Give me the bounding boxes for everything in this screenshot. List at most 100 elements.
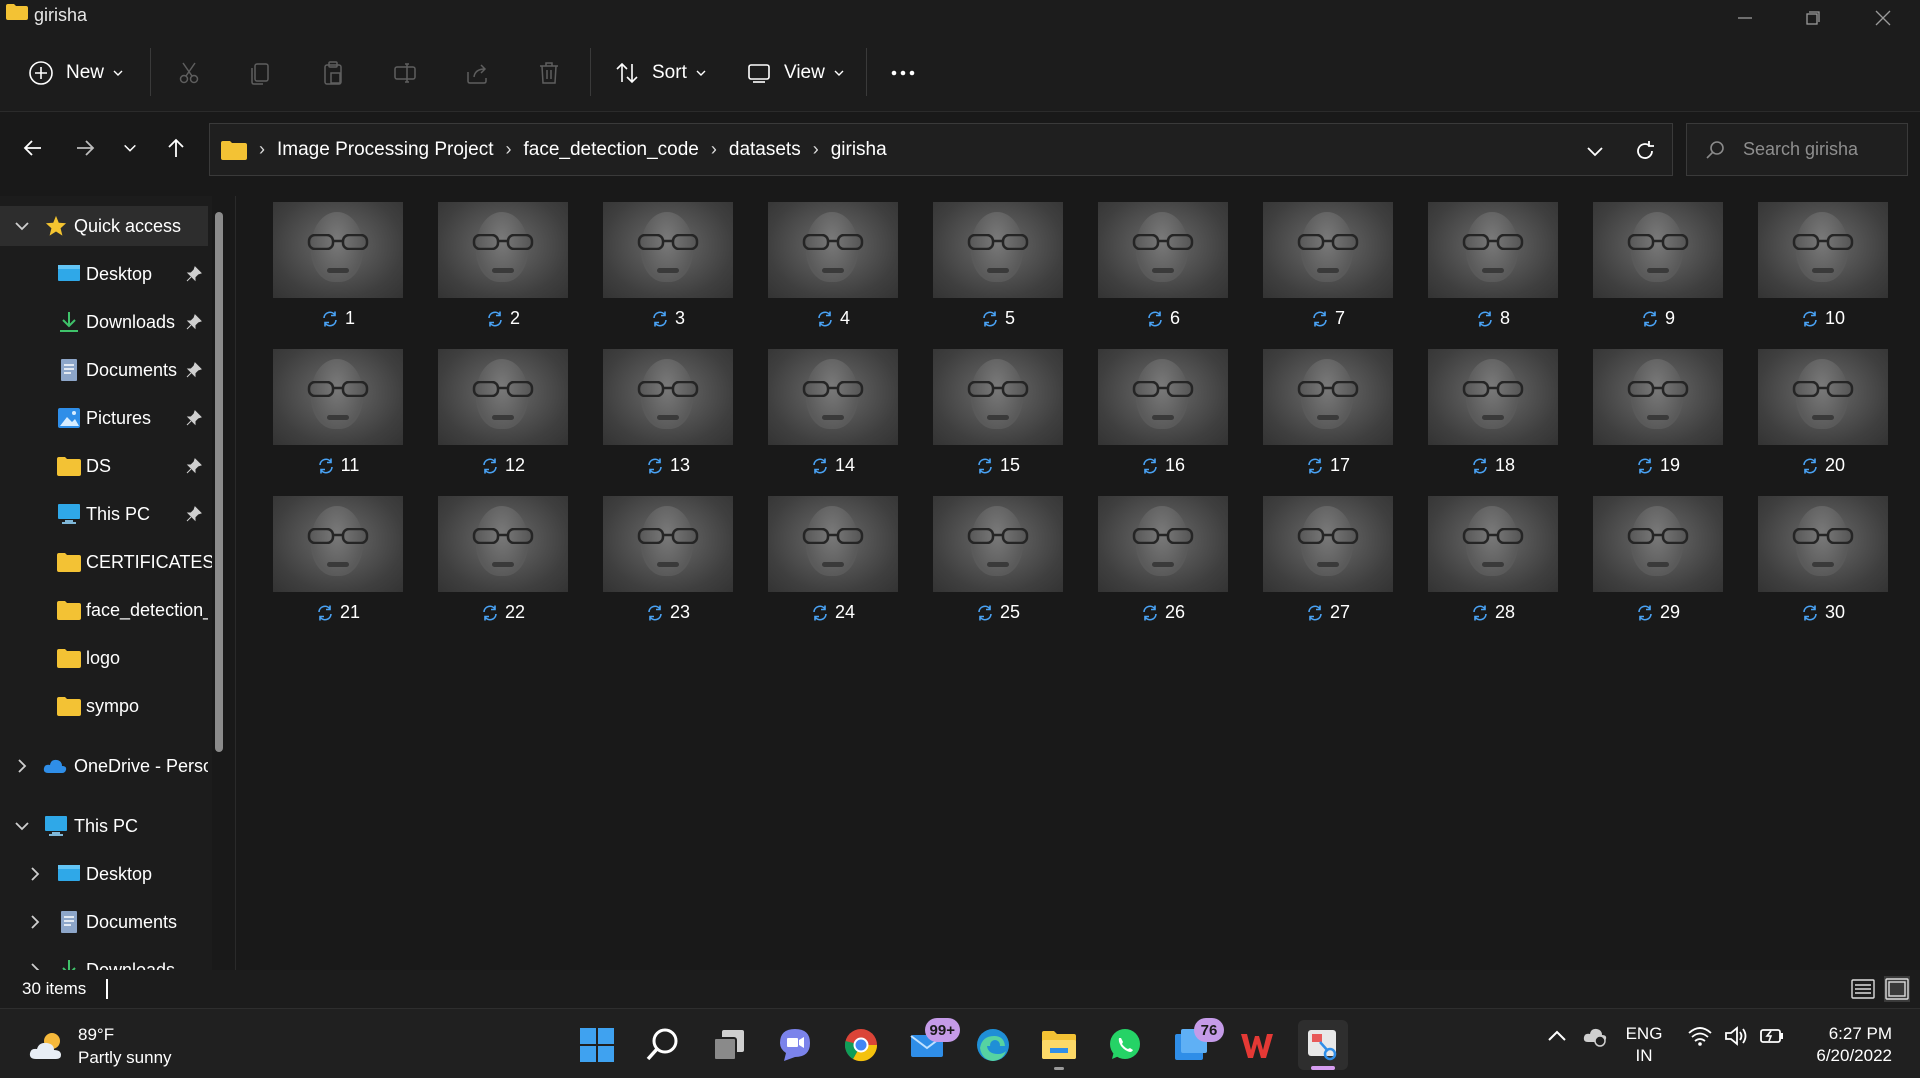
file-tile[interactable]: 10 [1757, 196, 1889, 336]
sidebar-item-this-pc[interactable]: This PC [0, 806, 208, 846]
task-view-button[interactable] [704, 1020, 754, 1070]
paste-button[interactable] [320, 51, 346, 95]
sidebar-item-logo[interactable]: logo [0, 638, 208, 678]
delete-button[interactable] [536, 51, 562, 95]
file-tile[interactable]: 19 [1592, 343, 1724, 483]
sidebar-item-desktop[interactable]: Desktop [0, 254, 208, 294]
share-button[interactable] [464, 51, 490, 95]
sidebar-item-label: Desktop [86, 263, 153, 284]
sidebar-item-pc-downloads[interactable]: Downloads [0, 950, 208, 970]
file-tile[interactable]: 27 [1262, 490, 1394, 630]
sort-button[interactable]: Sort [614, 51, 707, 95]
file-tile[interactable]: 29 [1592, 490, 1724, 630]
wifi-button[interactable] [1684, 1023, 1716, 1049]
mail-button[interactable]: 99+ [902, 1018, 960, 1070]
sidebar-scrollbar[interactable] [215, 212, 223, 752]
search-button[interactable] [638, 1020, 688, 1070]
minimize-button[interactable] [1710, 0, 1780, 36]
file-tile[interactable]: 12 [437, 343, 569, 483]
new-button[interactable]: New [28, 51, 124, 95]
close-button[interactable] [1848, 0, 1918, 36]
file-tile[interactable]: 8 [1427, 196, 1559, 336]
onedrive-tray-button[interactable] [1578, 1023, 1612, 1049]
address-bar[interactable]: › Image Processing Project › face_detect… [209, 123, 1673, 176]
copy-button[interactable] [248, 51, 274, 95]
sidebar-item-onedrive[interactable]: OneDrive - Perso [0, 746, 208, 786]
forward-button[interactable] [65, 128, 105, 168]
edge-button[interactable] [968, 1020, 1018, 1070]
sidebar-item-downloads[interactable]: Downloads [0, 302, 208, 342]
file-tile[interactable]: 21 [272, 490, 404, 630]
file-tile[interactable]: 7 [1262, 196, 1394, 336]
file-tile[interactable]: 14 [767, 343, 899, 483]
breadcrumb-item[interactable]: face_detection_code [524, 139, 699, 161]
sidebar-item-pc-documents[interactable]: Documents [0, 902, 208, 942]
show-hidden-icons-button[interactable] [1542, 1023, 1572, 1049]
up-button[interactable] [156, 128, 196, 168]
file-tile[interactable]: 15 [932, 343, 1064, 483]
file-tile[interactable]: 30 [1757, 490, 1889, 630]
teams-chat-button[interactable] [770, 1020, 820, 1070]
file-tile[interactable]: 20 [1757, 343, 1889, 483]
recent-locations-button[interactable] [110, 128, 150, 168]
chrome-button[interactable] [836, 1020, 886, 1070]
file-tile[interactable]: 24 [767, 490, 899, 630]
breadcrumb-item[interactable]: datasets [729, 139, 801, 161]
file-tile[interactable]: 2 [437, 196, 569, 336]
start-button[interactable] [572, 1020, 622, 1070]
file-tile[interactable]: 16 [1097, 343, 1229, 483]
file-tile[interactable]: 6 [1097, 196, 1229, 336]
file-tile[interactable]: 17 [1262, 343, 1394, 483]
sidebar-item-quick-access[interactable]: Quick access [0, 206, 208, 246]
weather-widget[interactable]: 89°F Partly sunny [28, 1023, 172, 1069]
file-tile[interactable]: 13 [602, 343, 734, 483]
file-tile[interactable]: 4 [767, 196, 899, 336]
volume-button[interactable] [1720, 1023, 1752, 1049]
cut-button[interactable] [176, 51, 202, 95]
sidebar-item-ds[interactable]: DS [0, 446, 208, 486]
todo-button[interactable]: 76 [1166, 1018, 1224, 1070]
whatsapp-button[interactable] [1100, 1020, 1150, 1070]
breadcrumb-item[interactable]: girisha [831, 139, 887, 161]
details-view-icon[interactable] [1850, 976, 1876, 1002]
battery-button[interactable] [1756, 1023, 1788, 1049]
input-language[interactable]: ENG IN [1622, 1023, 1666, 1067]
large-icons-view-icon[interactable] [1884, 976, 1910, 1002]
search-box[interactable] [1686, 123, 1908, 176]
rename-button[interactable] [392, 51, 418, 95]
file-tile[interactable]: 5 [932, 196, 1064, 336]
sidebar-item-this-pc-pinned[interactable]: This PC [0, 494, 208, 534]
sidebar-item-certificates[interactable]: CERTIFICATES [0, 542, 212, 582]
file-explorer-button[interactable] [1034, 1020, 1084, 1070]
sidebar-item-pc-desktop[interactable]: Desktop [0, 854, 208, 894]
breadcrumb-item[interactable]: Image Processing Project [277, 139, 494, 161]
file-tile[interactable]: 26 [1097, 490, 1229, 630]
search-input[interactable] [1743, 139, 1893, 160]
clock[interactable]: 6:27 PM 6/20/2022 [1800, 1023, 1892, 1067]
wps-office-button[interactable] [1232, 1020, 1282, 1070]
file-tile[interactable]: 25 [932, 490, 1064, 630]
file-tile[interactable]: 18 [1427, 343, 1559, 483]
file-tile[interactable]: 3 [602, 196, 734, 336]
sidebar-item-documents[interactable]: Documents [0, 350, 208, 390]
address-history-button[interactable] [1570, 124, 1620, 177]
file-tile[interactable]: 22 [437, 490, 569, 630]
status-bar: 30 items [0, 970, 1920, 1008]
view-button[interactable]: View [746, 51, 845, 95]
edge-icon [977, 1029, 1009, 1061]
sidebar-item-sympo[interactable]: sympo [0, 686, 208, 726]
file-tile[interactable]: 11 [272, 343, 404, 483]
sidebar-item-label: sympo [86, 695, 140, 716]
more-button[interactable] [890, 51, 916, 95]
back-button[interactable] [13, 128, 53, 168]
sidebar-item-pictures[interactable]: Pictures [0, 398, 208, 438]
file-tile[interactable]: 1 [272, 196, 404, 336]
file-tile[interactable]: 28 [1427, 490, 1559, 630]
refresh-button[interactable] [1620, 124, 1670, 177]
sidebar-item-face-detection[interactable]: face_detection_ [0, 590, 208, 630]
file-tile[interactable]: 23 [602, 490, 734, 630]
file-name-label: 21 [339, 602, 361, 622]
file-tile[interactable]: 9 [1592, 196, 1724, 336]
restore-button[interactable] [1778, 0, 1848, 36]
snipping-tool-button[interactable] [1298, 1020, 1348, 1070]
